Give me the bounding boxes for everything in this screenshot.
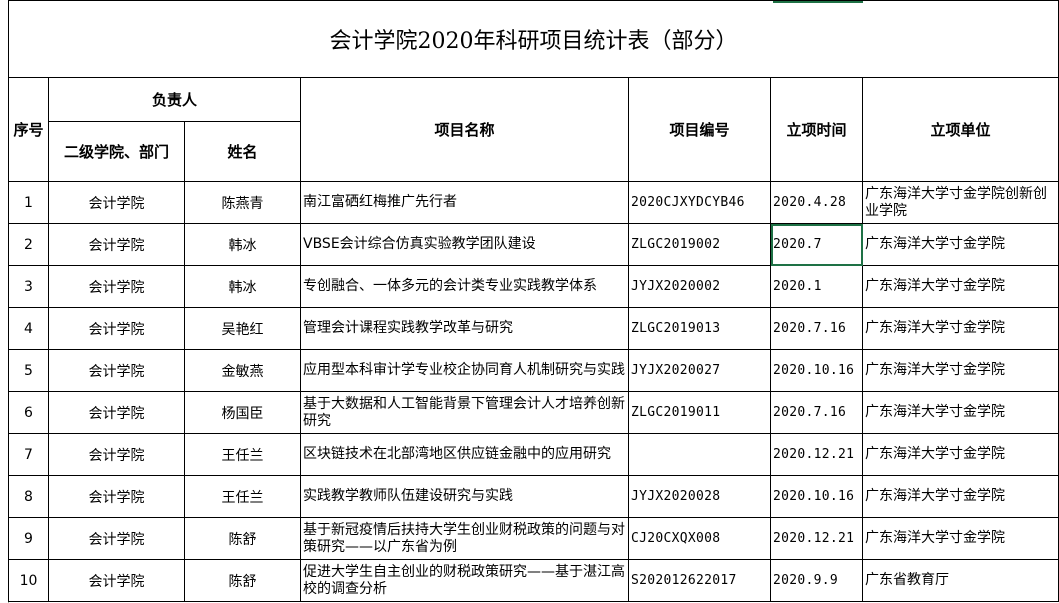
header-unit[interactable]: 立项单位: [862, 77, 1059, 182]
cell-date[interactable]: 2020.7.16: [770, 391, 863, 434]
cell-dept[interactable]: 会计学院: [48, 517, 185, 560]
cell-dept[interactable]: 会计学院: [48, 265, 185, 308]
cell-unit[interactable]: 广东海洋大学寸金学院: [862, 475, 1059, 518]
cell-seq[interactable]: 6: [8, 391, 49, 434]
cell-unit[interactable]: 广东海洋大学寸金学院: [862, 307, 1059, 350]
cell-unit[interactable]: 广东省教育厅: [862, 559, 1059, 602]
table-row: 1 会计学院 陈燕青 南江富硒红梅推广先行者 2020CJXYDCYB46 20…: [8, 181, 1059, 224]
cell-project-no[interactable]: JYJX2020002: [628, 265, 771, 308]
cell-date[interactable]: 2020.12.21: [770, 517, 863, 560]
cell-name[interactable]: 王任兰: [184, 475, 301, 518]
cell-seq[interactable]: 7: [8, 433, 49, 476]
header-project-name[interactable]: 项目名称: [300, 77, 629, 182]
cell-project[interactable]: 区块链技术在北部湾地区供应链金融中的应用研究: [300, 433, 629, 476]
cell-seq[interactable]: 8: [8, 475, 49, 518]
cell-unit[interactable]: 广东海洋大学寸金学院: [862, 349, 1059, 392]
header-person[interactable]: 负责人: [48, 77, 301, 122]
project-table: 会计学院2020年科研项目统计表（部分） 序号 负责人 项目名称 项目编号 立项…: [8, 0, 1059, 602]
header-date[interactable]: 立项时间: [770, 77, 863, 182]
table-row: 8 会计学院 王任兰 实践教学教师队伍建设研究与实践 JYJX2020028 2…: [8, 475, 1059, 518]
cell-project[interactable]: 基于新冠疫情后扶持大学生创业财税政策的问题与对策研究——以广东省为例: [300, 517, 629, 560]
cell-date[interactable]: 2020.9.9: [770, 559, 863, 602]
header-dept[interactable]: 二级学院、部门: [48, 121, 185, 182]
table-row: 6 会计学院 杨国臣 基于大数据和人工智能背景下管理会计人才培养创新研究 ZLG…: [8, 391, 1059, 434]
cell-unit[interactable]: 广东海洋大学寸金学院: [862, 223, 1059, 266]
cell-name[interactable]: 陈舒: [184, 559, 301, 602]
cell-project-no[interactable]: CJ20CXQX008: [628, 517, 771, 560]
cell-seq[interactable]: 4: [8, 307, 49, 350]
cell-date-selected[interactable]: 2020.7: [770, 223, 863, 266]
cell-name[interactable]: 韩冰: [184, 223, 301, 266]
sheet-title[interactable]: 会计学院2020年科研项目统计表（部分）: [8, 0, 1059, 78]
cell-project[interactable]: 基于大数据和人工智能背景下管理会计人才培养创新研究: [300, 391, 629, 434]
cell-project[interactable]: 应用型本科审计学专业校企协同育人机制研究与实践: [300, 349, 629, 392]
cell-dept[interactable]: 会计学院: [48, 349, 185, 392]
cell-name[interactable]: 韩冰: [184, 265, 301, 308]
cell-unit[interactable]: 广东海洋大学寸金学院: [862, 265, 1059, 308]
cell-project[interactable]: VBSE会计综合仿真实验教学团队建设: [300, 223, 629, 266]
cell-seq[interactable]: 2: [8, 223, 49, 266]
header-name[interactable]: 姓名: [184, 121, 301, 182]
table-row: 5 会计学院 金敏燕 应用型本科审计学专业校企协同育人机制研究与实践 JYJX2…: [8, 349, 1059, 392]
cell-dept[interactable]: 会计学院: [48, 307, 185, 350]
cell-seq[interactable]: 5: [8, 349, 49, 392]
cell-date[interactable]: 2020.10.16: [770, 475, 863, 518]
cell-project-no[interactable]: [628, 433, 771, 476]
table-row: 9 会计学院 陈舒 基于新冠疫情后扶持大学生创业财税政策的问题与对策研究——以广…: [8, 517, 1059, 560]
cell-unit[interactable]: 广东海洋大学寸金学院: [862, 517, 1059, 560]
cell-date[interactable]: 2020.4.28: [770, 181, 863, 224]
cell-date[interactable]: 2020.7.16: [770, 307, 863, 350]
cell-project-no[interactable]: ZLGC2019002: [628, 223, 771, 266]
cell-project-no[interactable]: S202012622017: [628, 559, 771, 602]
cell-seq[interactable]: 9: [8, 517, 49, 560]
cell-dept[interactable]: 会计学院: [48, 181, 185, 224]
table-row: 3 会计学院 韩冰 专创融合、一体多元的会计类专业实践教学体系 JYJX2020…: [8, 265, 1059, 308]
cell-unit[interactable]: 广东海洋大学寸金学院: [862, 391, 1059, 434]
cell-dept[interactable]: 会计学院: [48, 391, 185, 434]
cell-project[interactable]: 南江富硒红梅推广先行者: [300, 181, 629, 224]
cell-name[interactable]: 王任兰: [184, 433, 301, 476]
cell-date[interactable]: 2020.12.21: [770, 433, 863, 476]
cell-project-no[interactable]: ZLGC2019013: [628, 307, 771, 350]
cell-project[interactable]: 专创融合、一体多元的会计类专业实践教学体系: [300, 265, 629, 308]
cell-dept[interactable]: 会计学院: [48, 223, 185, 266]
cell-dept[interactable]: 会计学院: [48, 475, 185, 518]
spreadsheet: 会计学院2020年科研项目统计表（部分） 序号 负责人 项目名称 项目编号 立项…: [0, 0, 1059, 603]
table-row: 10 会计学院 陈舒 促进大学生自主创业的财税政策研究——基于湛江高校的调查分析…: [8, 559, 1059, 602]
header-project-no[interactable]: 项目编号: [628, 77, 771, 182]
cell-project-no[interactable]: JYJX2020028: [628, 475, 771, 518]
cell-name[interactable]: 陈燕青: [184, 181, 301, 224]
cell-project[interactable]: 管理会计课程实践教学改革与研究: [300, 307, 629, 350]
cell-seq[interactable]: 1: [8, 181, 49, 224]
cell-name[interactable]: 金敏燕: [184, 349, 301, 392]
cell-unit[interactable]: 广东海洋大学寸金学院创新创业学院: [862, 181, 1059, 224]
cell-dept[interactable]: 会计学院: [48, 559, 185, 602]
cell-project-no[interactable]: 2020CJXYDCYB46: [628, 181, 771, 224]
cell-date[interactable]: 2020.1: [770, 265, 863, 308]
cell-project-no[interactable]: ZLGC2019011: [628, 391, 771, 434]
cell-name[interactable]: 吴艳红: [184, 307, 301, 350]
cell-project-no[interactable]: JYJX2020027: [628, 349, 771, 392]
cell-project[interactable]: 实践教学教师队伍建设研究与实践: [300, 475, 629, 518]
cell-name[interactable]: 杨国臣: [184, 391, 301, 434]
cell-dept[interactable]: 会计学院: [48, 433, 185, 476]
table-row: 7 会计学院 王任兰 区块链技术在北部湾地区供应链金融中的应用研究 2020.1…: [8, 433, 1059, 476]
cell-name[interactable]: 陈舒: [184, 517, 301, 560]
cell-date[interactable]: 2020.10.16: [770, 349, 863, 392]
cell-project[interactable]: 促进大学生自主创业的财税政策研究——基于湛江高校的调查分析: [300, 559, 629, 602]
header-seq[interactable]: 序号: [8, 77, 49, 182]
table-row: 4 会计学院 吴艳红 管理会计课程实践教学改革与研究 ZLGC2019013 2…: [8, 307, 1059, 350]
cell-seq[interactable]: 3: [8, 265, 49, 308]
table-row: 2 会计学院 韩冰 VBSE会计综合仿真实验教学团队建设 ZLGC2019002…: [8, 223, 1059, 266]
cell-unit[interactable]: 广东海洋大学寸金学院: [862, 433, 1059, 476]
cell-seq[interactable]: 10: [8, 559, 49, 602]
